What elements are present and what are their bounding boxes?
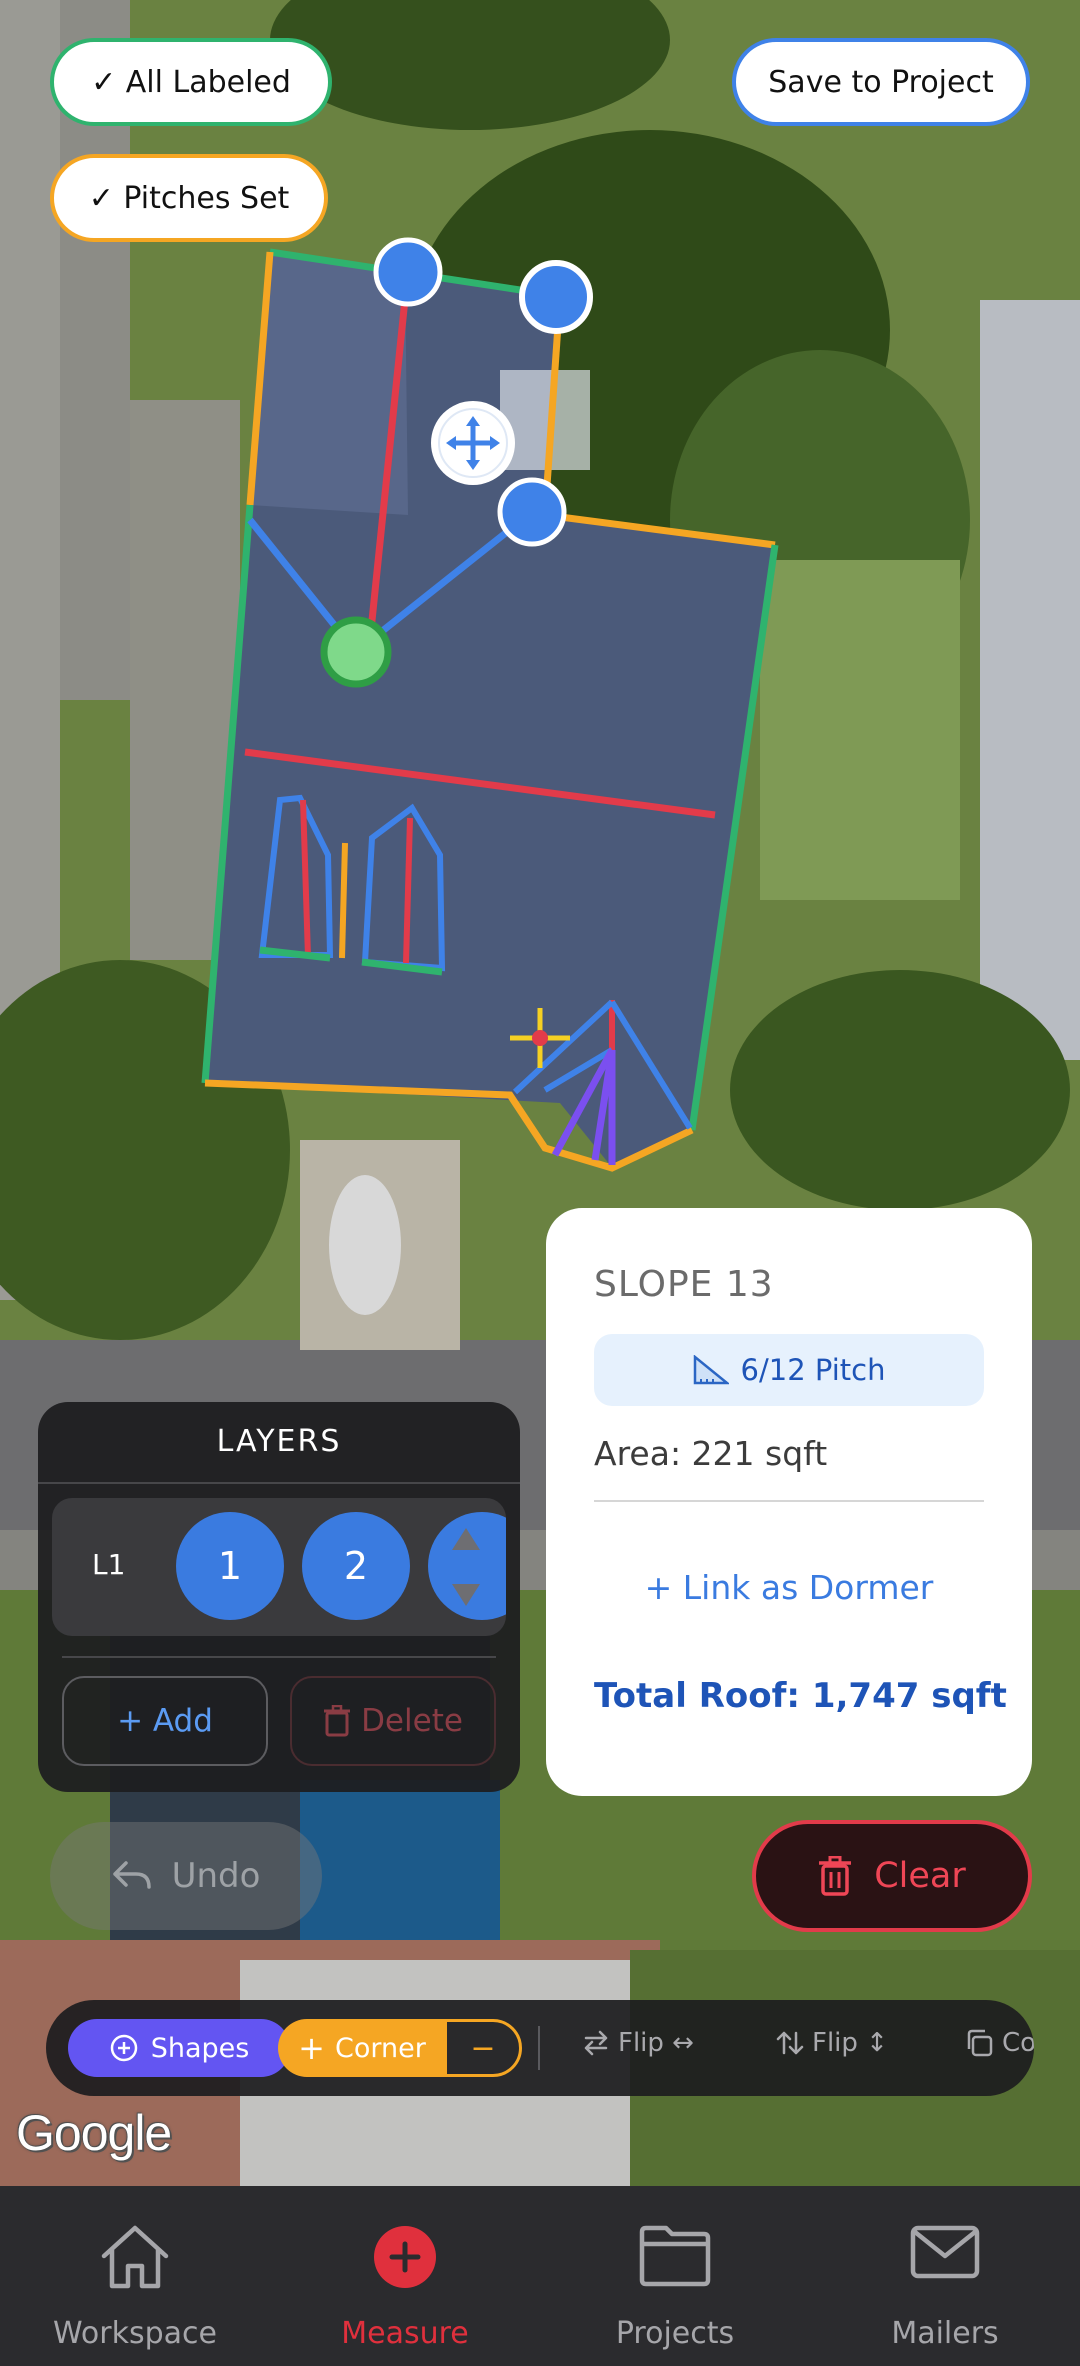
folder-icon xyxy=(639,2225,711,2287)
add-corner-button[interactable]: + Corner xyxy=(278,2019,446,2077)
all-labeled-badge: ✓ All Labeled xyxy=(50,38,332,126)
copy-icon xyxy=(967,2029,993,2057)
add-layer-button[interactable]: + Add xyxy=(62,1676,268,1766)
undo-label: Undo xyxy=(171,1856,261,1896)
bottom-navigation: Workspace Measure Projects Mailers xyxy=(0,2186,1080,2366)
layers-title: LAYERS xyxy=(216,1424,342,1459)
layers-row: L1 1 2 xyxy=(52,1498,506,1636)
divider xyxy=(62,1656,496,1658)
layers-panel: LAYERS L1 1 2 + Add Delete xyxy=(38,1402,520,1792)
slope-title: SLOPE 13 xyxy=(594,1264,774,1305)
home-icon xyxy=(101,2225,169,2289)
swap-vertical-icon xyxy=(776,2031,804,2055)
nav-label: Mailers xyxy=(891,2316,999,2351)
pitch-label: 6/12 Pitch xyxy=(740,1353,886,1387)
area-text: Area: 221 sqft xyxy=(594,1434,828,1473)
flip-horizontal-button[interactable]: Flip ↔ xyxy=(582,2028,694,2058)
swap-horizontal-icon xyxy=(584,2030,608,2056)
layer-2-button[interactable]: 2 xyxy=(302,1512,410,1620)
nav-label: Measure xyxy=(341,2316,469,2351)
trash-icon xyxy=(819,1856,852,1896)
copy-label: Co xyxy=(1002,2028,1034,2058)
nav-label: Projects xyxy=(615,2316,735,2351)
toolbar-separator xyxy=(538,2026,540,2070)
nav-item-mailers[interactable]: Mailers xyxy=(810,2186,1080,2366)
vertex-handle[interactable] xyxy=(519,260,593,334)
delete-label: Delete xyxy=(361,1703,463,1739)
copy-button[interactable]: Co xyxy=(964,2028,1034,2058)
divider xyxy=(38,1482,520,1484)
nav-item-measure[interactable]: Measure xyxy=(270,2186,540,2366)
link-as-dormer-button[interactable]: + Link as Dormer xyxy=(594,1568,984,1607)
shapes-label: Shapes xyxy=(150,2032,250,2064)
corner-label: Corner xyxy=(334,2032,426,2064)
plus-circle-icon xyxy=(374,2226,436,2288)
plus-circle-icon xyxy=(110,2034,137,2062)
ruler-triangle-icon xyxy=(693,1355,729,1385)
vertex-handle[interactable] xyxy=(497,477,567,547)
delete-layer-button[interactable]: Delete xyxy=(290,1676,496,1766)
scroll-down-icon[interactable] xyxy=(452,1584,480,1606)
layer-1-button[interactable]: 1 xyxy=(176,1512,284,1620)
trash-icon xyxy=(324,1705,351,1737)
undo-button[interactable]: Undo xyxy=(50,1822,322,1930)
remove-corner-button[interactable]: − xyxy=(444,2019,522,2077)
mail-icon xyxy=(910,2225,980,2279)
slope-info-card: SLOPE 13 6/12 Pitch Area: 221 sqft + Lin… xyxy=(546,1208,1032,1796)
nav-item-workspace[interactable]: Workspace xyxy=(0,2186,270,2366)
vertex-handle[interactable] xyxy=(373,237,443,307)
nav-item-projects[interactable]: Projects xyxy=(540,2186,810,2366)
scroll-up-icon[interactable] xyxy=(452,1528,480,1550)
layer-row-label: L1 xyxy=(92,1548,126,1581)
clear-button[interactable]: Clear xyxy=(752,1820,1032,1932)
google-attribution: Google xyxy=(16,2105,172,2161)
flip-vertical-button[interactable]: Flip ↕ xyxy=(776,2028,888,2058)
total-roof-text: Total Roof: 1,747 sqft xyxy=(594,1676,1007,1716)
undo-icon xyxy=(112,1861,151,1889)
move-handle-icon[interactable] xyxy=(431,401,515,485)
vertex-handle[interactable] xyxy=(320,616,392,688)
card-divider xyxy=(594,1500,984,1502)
save-to-project-button[interactable]: Save to Project xyxy=(732,38,1030,126)
pitches-set-badge: ✓ Pitches Set xyxy=(50,154,328,242)
plus-icon: + xyxy=(298,2029,325,2067)
pitch-chip[interactable]: 6/12 Pitch xyxy=(594,1334,984,1406)
nav-label: Workspace xyxy=(53,2316,217,2351)
shapes-button[interactable]: Shapes xyxy=(68,2019,290,2077)
clear-label: Clear xyxy=(874,1856,966,1896)
flip-vertical-label: Flip ↕ xyxy=(812,2028,888,2058)
flip-horizontal-label: Flip ↔ xyxy=(618,2028,694,2058)
drawing-toolbar: Shapes + Corner − Flip ↔ Flip ↕ Co xyxy=(46,2000,1034,2096)
